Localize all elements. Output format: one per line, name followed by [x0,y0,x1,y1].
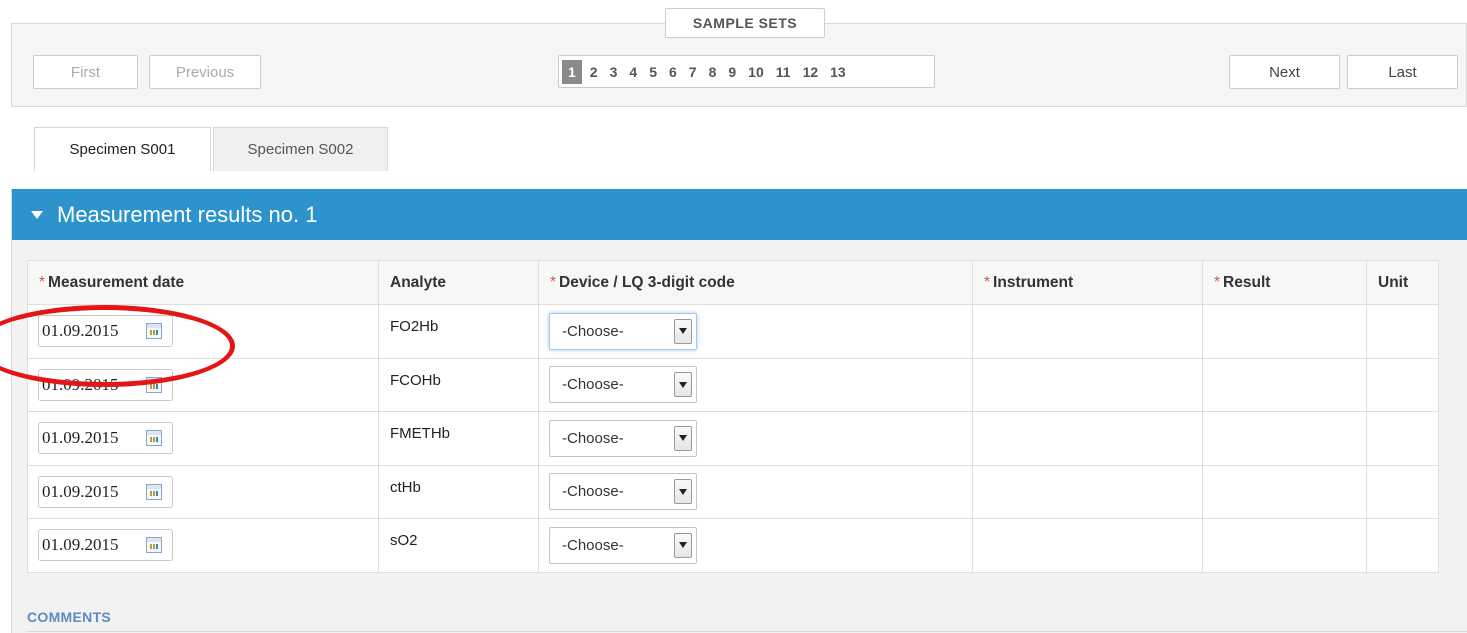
table-header-row: * Measurement date Analyte * Device / LQ 3… [27,260,1439,305]
device-code-select[interactable]: -Choose- [549,419,697,457]
previous-button[interactable]: Previous [149,55,261,89]
sample-sets-legend: SAMPLE SETS [665,8,825,38]
caret-down-icon [31,210,43,219]
column-header-device-code: * Device / LQ 3-digit code [538,260,973,305]
column-header-result: * Result [1202,260,1367,305]
chevron-down-icon[interactable] [674,372,692,398]
table-row: 01.09.2015 FMETHb -Choose- [27,411,1439,466]
chevron-down-icon[interactable] [674,425,692,451]
instrument-cell[interactable] [972,518,1203,573]
calendar-icon[interactable] [146,483,162,500]
tab-specimen-s001[interactable]: Specimen S001 [34,127,211,171]
table-row: 01.09.2015 FCOHb -Choose- [27,357,1439,412]
unit-cell [1366,411,1439,466]
calendar-icon[interactable] [146,376,162,393]
unit-cell [1366,518,1439,573]
page-link-8[interactable]: 8 [706,60,720,84]
page-link-13[interactable]: 13 [827,60,849,84]
page-link-4[interactable]: 4 [626,60,640,84]
measurement-date-input[interactable]: 01.09.2015 [38,529,173,562]
page-link-7[interactable]: 7 [686,60,700,84]
page-link-11[interactable]: 11 [773,60,794,84]
page-link-1[interactable]: 1 [562,59,582,84]
instrument-cell[interactable] [972,357,1203,412]
chevron-down-icon[interactable] [674,479,692,505]
calendar-icon[interactable] [146,430,162,447]
results-table: * Measurement date Analyte * Device / LQ 3… [27,260,1439,573]
instrument-cell[interactable] [972,304,1203,359]
first-button[interactable]: First [33,55,138,89]
measurement-date-input[interactable]: 01.09.2015 [38,368,173,401]
analyte-cell: FCOHb [378,357,539,412]
unit-cell [1366,304,1439,359]
unit-cell [1366,464,1439,519]
table-row: 01.09.2015 sO2 -Choose- [27,518,1439,573]
device-code-select[interactable]: -Choose- [549,526,697,564]
page-link-12[interactable]: 12 [800,60,822,84]
page-link-10[interactable]: 10 [745,60,767,84]
chevron-down-icon[interactable] [674,532,692,558]
tab-specimen-s002[interactable]: Specimen S002 [213,127,388,171]
device-code-select[interactable]: -Choose- [549,312,697,350]
measurement-date-input[interactable]: 01.09.2015 [38,422,173,455]
result-cell[interactable] [1202,357,1367,412]
result-cell[interactable] [1202,464,1367,519]
analyte-cell: FMETHb [378,411,539,466]
column-header-unit: Unit [1366,260,1439,305]
calendar-icon[interactable] [146,323,162,340]
analyte-cell: sO2 [378,518,539,573]
measurement-date-input[interactable]: 01.09.2015 [38,315,173,348]
section-title: Measurement results no. 1 [57,201,318,227]
page-link-9[interactable]: 9 [725,60,739,84]
chevron-down-icon[interactable] [674,318,692,344]
device-code-select[interactable]: -Choose- [549,473,697,511]
page-link-2[interactable]: 2 [587,60,601,84]
last-button[interactable]: Last [1347,55,1458,89]
instrument-cell[interactable] [972,464,1203,519]
table-row: 01.09.2015 ctHb -Choose- [27,464,1439,519]
column-header-instrument: * Instrument [972,260,1203,305]
comments-heading: COMMENTS [27,609,112,625]
result-cell[interactable] [1202,304,1367,359]
page-link-5[interactable]: 5 [646,60,660,84]
column-header-measurement-date: * Measurement date [27,260,379,305]
result-cell[interactable] [1202,518,1367,573]
next-button[interactable]: Next [1229,55,1340,89]
result-cell[interactable] [1202,411,1367,466]
measurement-date-input[interactable]: 01.09.2015 [38,475,173,508]
unit-cell [1366,357,1439,412]
analyte-cell: ctHb [378,464,539,519]
column-header-analyte: Analyte [378,260,539,305]
page-selector: 1 2 3 4 5 6 7 8 9 10 11 12 13 [558,55,935,88]
page-link-3[interactable]: 3 [607,60,621,84]
table-row: 01.09.2015 FO2Hb -Choose- [27,304,1439,359]
measurement-section-header[interactable]: Measurement results no. 1 [12,189,1467,240]
page-link-6[interactable]: 6 [666,60,680,84]
calendar-icon[interactable] [146,537,162,554]
instrument-cell[interactable] [972,411,1203,466]
comments-divider [27,631,1467,632]
analyte-cell: FO2Hb [378,304,539,359]
device-code-select[interactable]: -Choose- [549,366,697,404]
